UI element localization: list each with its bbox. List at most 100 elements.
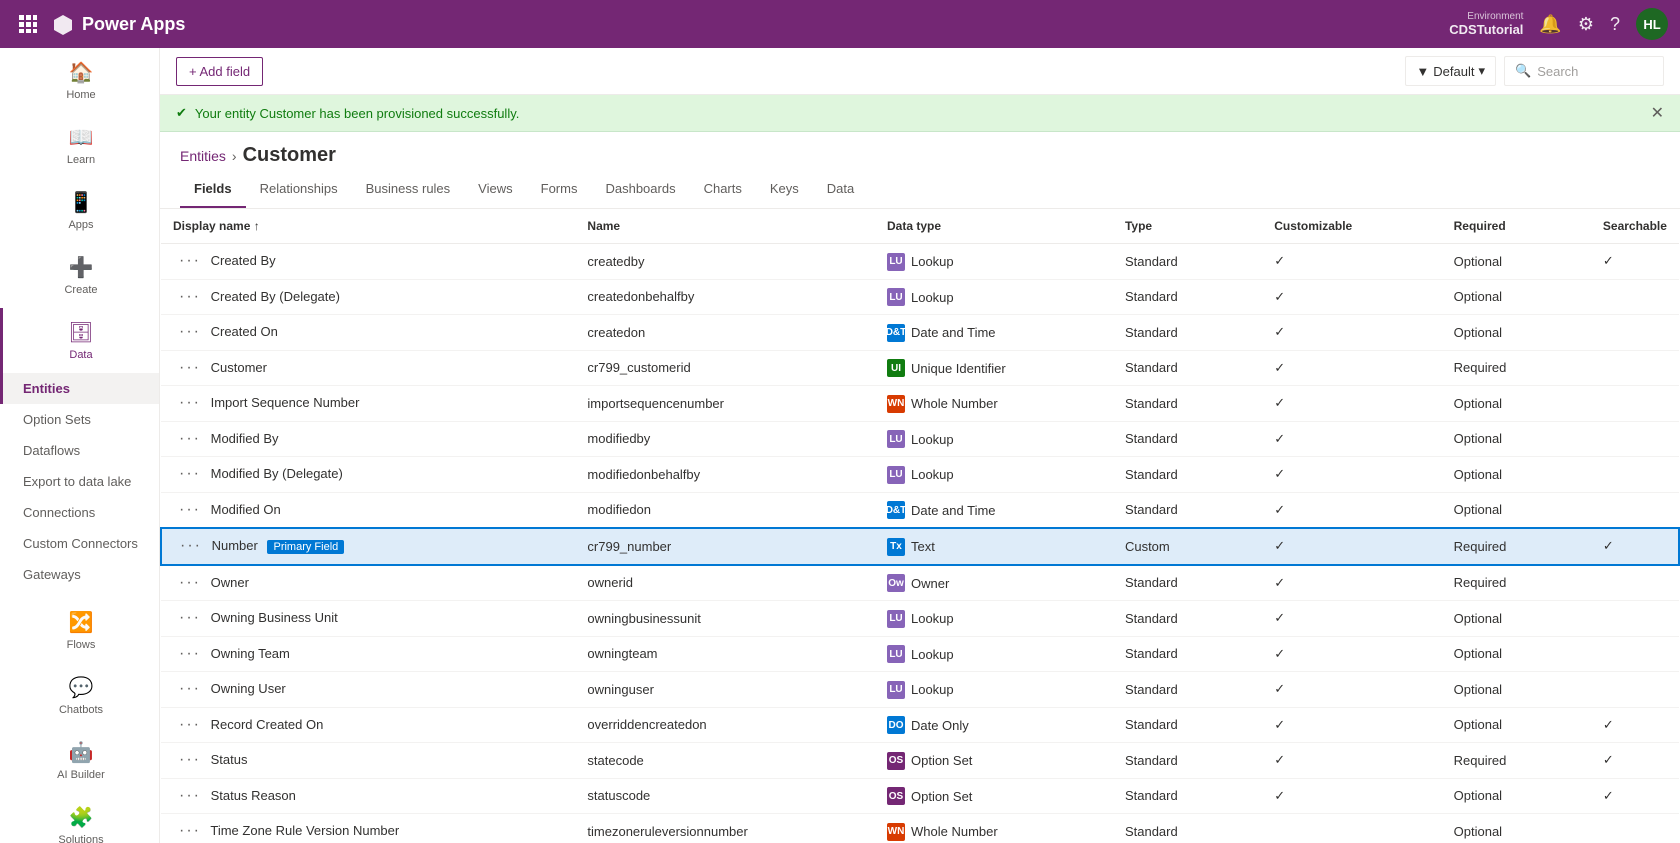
tab-relationships[interactable]: Relationships: [246, 171, 352, 208]
grid-menu-icon[interactable]: [12, 8, 44, 40]
row-menu-dots[interactable]: ···: [173, 428, 207, 449]
tab-business-rules[interactable]: Business rules: [352, 171, 465, 208]
data-type-badge: LU: [887, 288, 905, 306]
col-header-data-type[interactable]: Data type: [875, 209, 1113, 244]
cell-required: Optional: [1442, 315, 1591, 351]
row-menu-dots[interactable]: ···: [173, 286, 207, 307]
cell-display-name: ··· Record Created On: [161, 707, 575, 743]
sidebar-item-apps[interactable]: 📱 Apps: [0, 178, 159, 243]
table-row[interactable]: ··· Owning Team owningteam LU Lookup Sta…: [161, 636, 1679, 672]
table-row[interactable]: ··· Customer cr799_customerid UI Unique …: [161, 350, 1679, 386]
sidebar-item-export[interactable]: Export to data lake: [0, 466, 159, 497]
col-header-type[interactable]: Type: [1113, 209, 1262, 244]
table-row[interactable]: ··· Modified By modifiedby LU Lookup Sta…: [161, 421, 1679, 457]
row-menu-dots[interactable]: ···: [173, 820, 207, 841]
table-row[interactable]: ··· Owning User owninguser LU Lookup Sta…: [161, 672, 1679, 708]
row-menu-dots[interactable]: ···: [174, 535, 208, 556]
breadcrumb-parent[interactable]: Entities: [180, 148, 226, 164]
cell-display-name: ··· Status Reason: [161, 778, 575, 814]
row-menu-dots[interactable]: ···: [173, 714, 207, 735]
row-menu-dots[interactable]: ···: [173, 643, 207, 664]
cell-type: Standard: [1113, 636, 1262, 672]
col-header-searchable[interactable]: Searchable: [1591, 209, 1679, 244]
fields-table: Display name ↑ Name Data type Type Custo: [160, 209, 1680, 843]
app-logo: Power Apps: [52, 13, 1449, 35]
row-menu-dots[interactable]: ···: [173, 250, 207, 271]
search-box[interactable]: 🔍 Search: [1504, 56, 1664, 86]
cell-type: Custom: [1113, 528, 1262, 565]
notification-icon[interactable]: 🔔: [1539, 14, 1561, 35]
table-row[interactable]: ··· Created By (Delegate) createdonbehal…: [161, 279, 1679, 315]
cell-required: Optional: [1442, 457, 1591, 493]
customizable-check: ✓: [1274, 289, 1285, 304]
row-menu-dots[interactable]: ···: [173, 785, 207, 806]
tab-forms[interactable]: Forms: [527, 171, 592, 208]
row-menu-dots[interactable]: ···: [173, 678, 207, 699]
settings-icon[interactable]: ⚙: [1578, 14, 1594, 35]
row-menu-dots[interactable]: ···: [173, 749, 207, 770]
cell-required: Optional: [1442, 814, 1591, 843]
cell-type: Standard: [1113, 565, 1262, 601]
cell-customizable: ✓: [1262, 707, 1441, 743]
tab-keys[interactable]: Keys: [756, 171, 813, 208]
cell-customizable: ✓: [1262, 601, 1441, 637]
tab-dashboards[interactable]: Dashboards: [591, 171, 689, 208]
sidebar-item-flows[interactable]: 🔀 Flows: [0, 598, 159, 663]
sidebar-item-chatbots[interactable]: 💬 Chatbots: [0, 663, 159, 728]
row-menu-dots[interactable]: ···: [173, 392, 207, 413]
cell-type: Standard: [1113, 601, 1262, 637]
cell-type: Standard: [1113, 279, 1262, 315]
table-row[interactable]: ··· Status statecode OS Option Set Stand…: [161, 743, 1679, 779]
row-menu-dots[interactable]: ···: [173, 607, 207, 628]
default-dropdown[interactable]: ▼ Default ▾: [1405, 56, 1496, 86]
tab-views[interactable]: Views: [464, 171, 526, 208]
sidebar-item-entities[interactable]: Entities: [0, 373, 159, 404]
row-menu-dots[interactable]: ···: [173, 321, 207, 342]
user-avatar[interactable]: HL: [1636, 8, 1668, 40]
table-row[interactable]: ··· Modified On modifiedon D&T Date and …: [161, 492, 1679, 528]
sidebar-item-gateways[interactable]: Gateways: [0, 559, 159, 590]
row-menu-dots[interactable]: ···: [173, 357, 207, 378]
sidebar-item-solutions[interactable]: 🧩 Solutions: [0, 793, 159, 843]
help-icon[interactable]: ?: [1610, 14, 1620, 35]
sidebar-item-data[interactable]: 🗄 Data: [0, 308, 159, 373]
col-header-name[interactable]: Name: [575, 209, 875, 244]
table-row[interactable]: ··· Status Reason statuscode OS Option S…: [161, 778, 1679, 814]
table-row[interactable]: ··· Created On createdon D&T Date and Ti…: [161, 315, 1679, 351]
sidebar-item-learn[interactable]: 📖 Learn: [0, 113, 159, 178]
sidebar-item-home[interactable]: 🏠 Home: [0, 48, 159, 113]
sidebar-item-connections[interactable]: Connections: [0, 497, 159, 528]
col-header-display-name[interactable]: Display name ↑: [161, 209, 575, 244]
cell-name: cr799_number: [575, 528, 875, 565]
cell-type: Standard: [1113, 778, 1262, 814]
col-header-customizable[interactable]: Customizable: [1262, 209, 1441, 244]
customizable-check: ✓: [1274, 646, 1285, 661]
add-field-button[interactable]: + Add field: [176, 57, 263, 86]
flows-icon: 🔀: [69, 610, 94, 635]
cell-type: Standard: [1113, 492, 1262, 528]
row-menu-dots[interactable]: ···: [173, 463, 207, 484]
tab-data[interactable]: Data: [813, 171, 868, 208]
tab-fields[interactable]: Fields: [180, 171, 246, 208]
table-row[interactable]: ··· Owning Business Unit owningbusinessu…: [161, 601, 1679, 637]
row-menu-dots[interactable]: ···: [173, 572, 207, 593]
sidebar-item-option-sets[interactable]: Option Sets: [0, 404, 159, 435]
create-icon: ➕: [69, 255, 94, 280]
table-row[interactable]: ··· Import Sequence Number importsequenc…: [161, 386, 1679, 422]
sidebar-item-custom-connectors[interactable]: Custom Connectors: [0, 528, 159, 559]
table-row[interactable]: ··· Created By createdby LU Lookup Stand…: [161, 244, 1679, 280]
table-row[interactable]: ··· Modified By (Delegate) modifiedonbeh…: [161, 457, 1679, 493]
success-banner-close-button[interactable]: ✕: [1651, 103, 1664, 123]
table-row[interactable]: ··· Time Zone Rule Version Number timezo…: [161, 814, 1679, 843]
sidebar-item-create[interactable]: ➕ Create: [0, 243, 159, 308]
tab-charts[interactable]: Charts: [690, 171, 756, 208]
sidebar-item-ai-builder[interactable]: 🤖 AI Builder: [0, 728, 159, 793]
sidebar-item-dataflows[interactable]: Dataflows: [0, 435, 159, 466]
row-menu-dots[interactable]: ···: [173, 499, 207, 520]
tabs: Fields Relationships Business rules View…: [160, 171, 1680, 209]
table-row[interactable]: ··· Record Created On overriddencreatedo…: [161, 707, 1679, 743]
table-row[interactable]: ··· Owner ownerid Ow Owner Standard ✓ Re…: [161, 565, 1679, 601]
table-row[interactable]: ··· Number Primary Field cr799_number Tx…: [161, 528, 1679, 565]
col-header-required[interactable]: Required: [1442, 209, 1591, 244]
table-header-row: Display name ↑ Name Data type Type Custo: [161, 209, 1679, 244]
